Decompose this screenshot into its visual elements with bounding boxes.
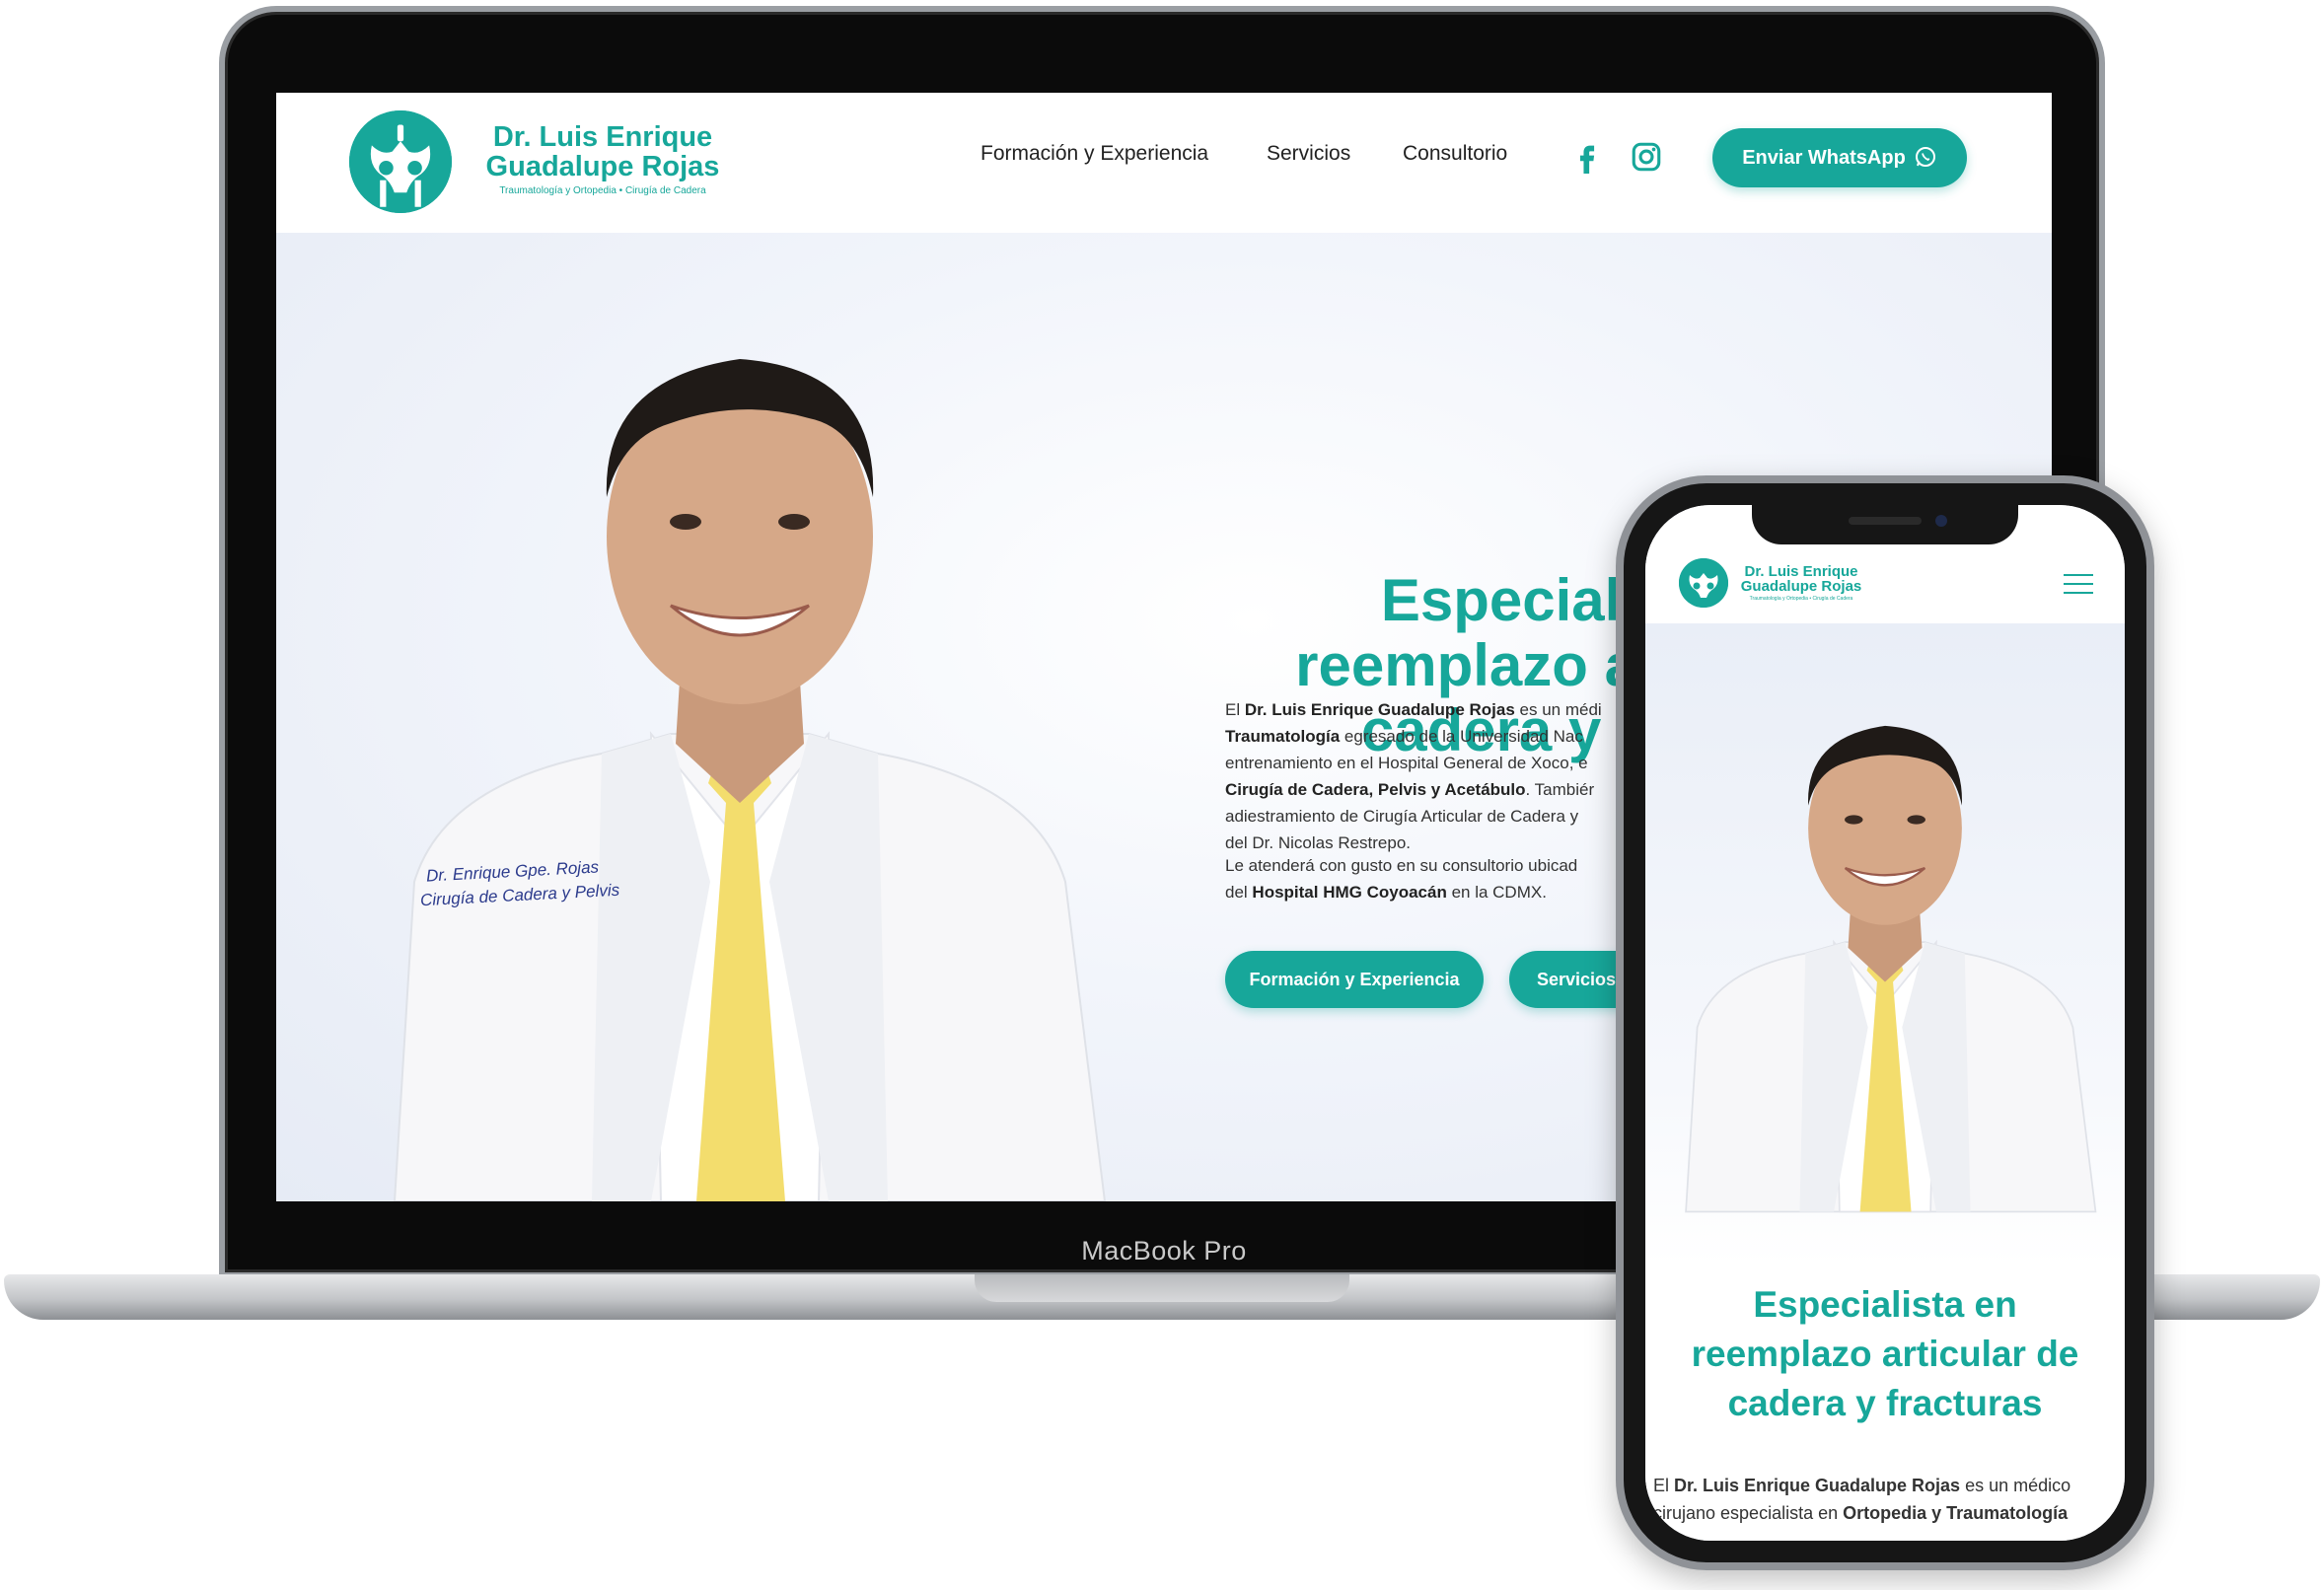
pelvis-logo-icon[interactable] [349, 110, 452, 213]
logo-name-line2: Guadalupe Rojas [485, 151, 720, 182]
pelvis-logo-icon[interactable] [1679, 558, 1728, 608]
phone-notch [1752, 505, 2018, 544]
mobile-hero-paragraph: El Dr. Luis Enrique Guadalupe Rojas es u… [1653, 1476, 2071, 1523]
hero-paragraph-1: El Dr. Luis Enrique Guadalupe Rojas es u… [1225, 700, 1602, 852]
whatsapp-button[interactable]: Enviar WhatsApp [1712, 128, 1967, 187]
phone-camera [1935, 515, 1947, 527]
instagram-icon[interactable] [1630, 140, 1663, 174]
mobile-website: Dr. Luis Enrique Guadalupe Rojas Traumat… [1645, 505, 2125, 1541]
logo-name-line1: Dr. Luis Enrique [492, 121, 713, 153]
whatsapp-button-label: Enviar WhatsApp [1742, 147, 1906, 169]
hero-title-line2: reemplazo a [1295, 632, 1637, 698]
mobile-doctor-photo [1663, 683, 2107, 1215]
nav-servicios[interactable]: Servicios [1267, 142, 1350, 166]
phone-speaker [1849, 517, 1922, 525]
laptop-model-label: MacBook Pro [1081, 1236, 1247, 1265]
logo-tagline: Traumatología y Ortopedia • Cirugía de C… [499, 185, 706, 196]
hamburger-menu-icon[interactable] [2064, 574, 2093, 596]
nav-consultorio[interactable]: Consultorio [1403, 142, 1507, 166]
hero-title-line1: Especiali [1380, 567, 1637, 633]
formacion-experiencia-button[interactable]: Formación y Experiencia [1225, 951, 1484, 1008]
facebook-icon[interactable] [1570, 140, 1604, 174]
logo-name[interactable]: Dr. Luis Enrique Guadalupe Rojas [470, 122, 736, 181]
site-header: Dr. Luis Enrique Guadalupe Rojas Traumat… [276, 93, 2052, 233]
mobile-hero-section: Especialista en reemplazo articular de c… [1645, 623, 2125, 1541]
mobile-logo-tagline: Traumatología y Ortopedia • Cirugía de C… [1749, 596, 1853, 602]
whatsapp-icon [1914, 145, 1937, 169]
hero-paragraph-2: Le atenderá con gusto en su consultorio … [1225, 856, 1578, 902]
laptop-base-notch [975, 1274, 1349, 1302]
mobile-hero-title: Especialista en reemplazo articular de c… [1691, 1284, 2079, 1423]
nav-formacion-experiencia[interactable]: Formación y Experiencia [980, 142, 1208, 166]
mobile-logo-name[interactable]: Dr. Luis Enrique Guadalupe Rojas [1734, 564, 1868, 594]
